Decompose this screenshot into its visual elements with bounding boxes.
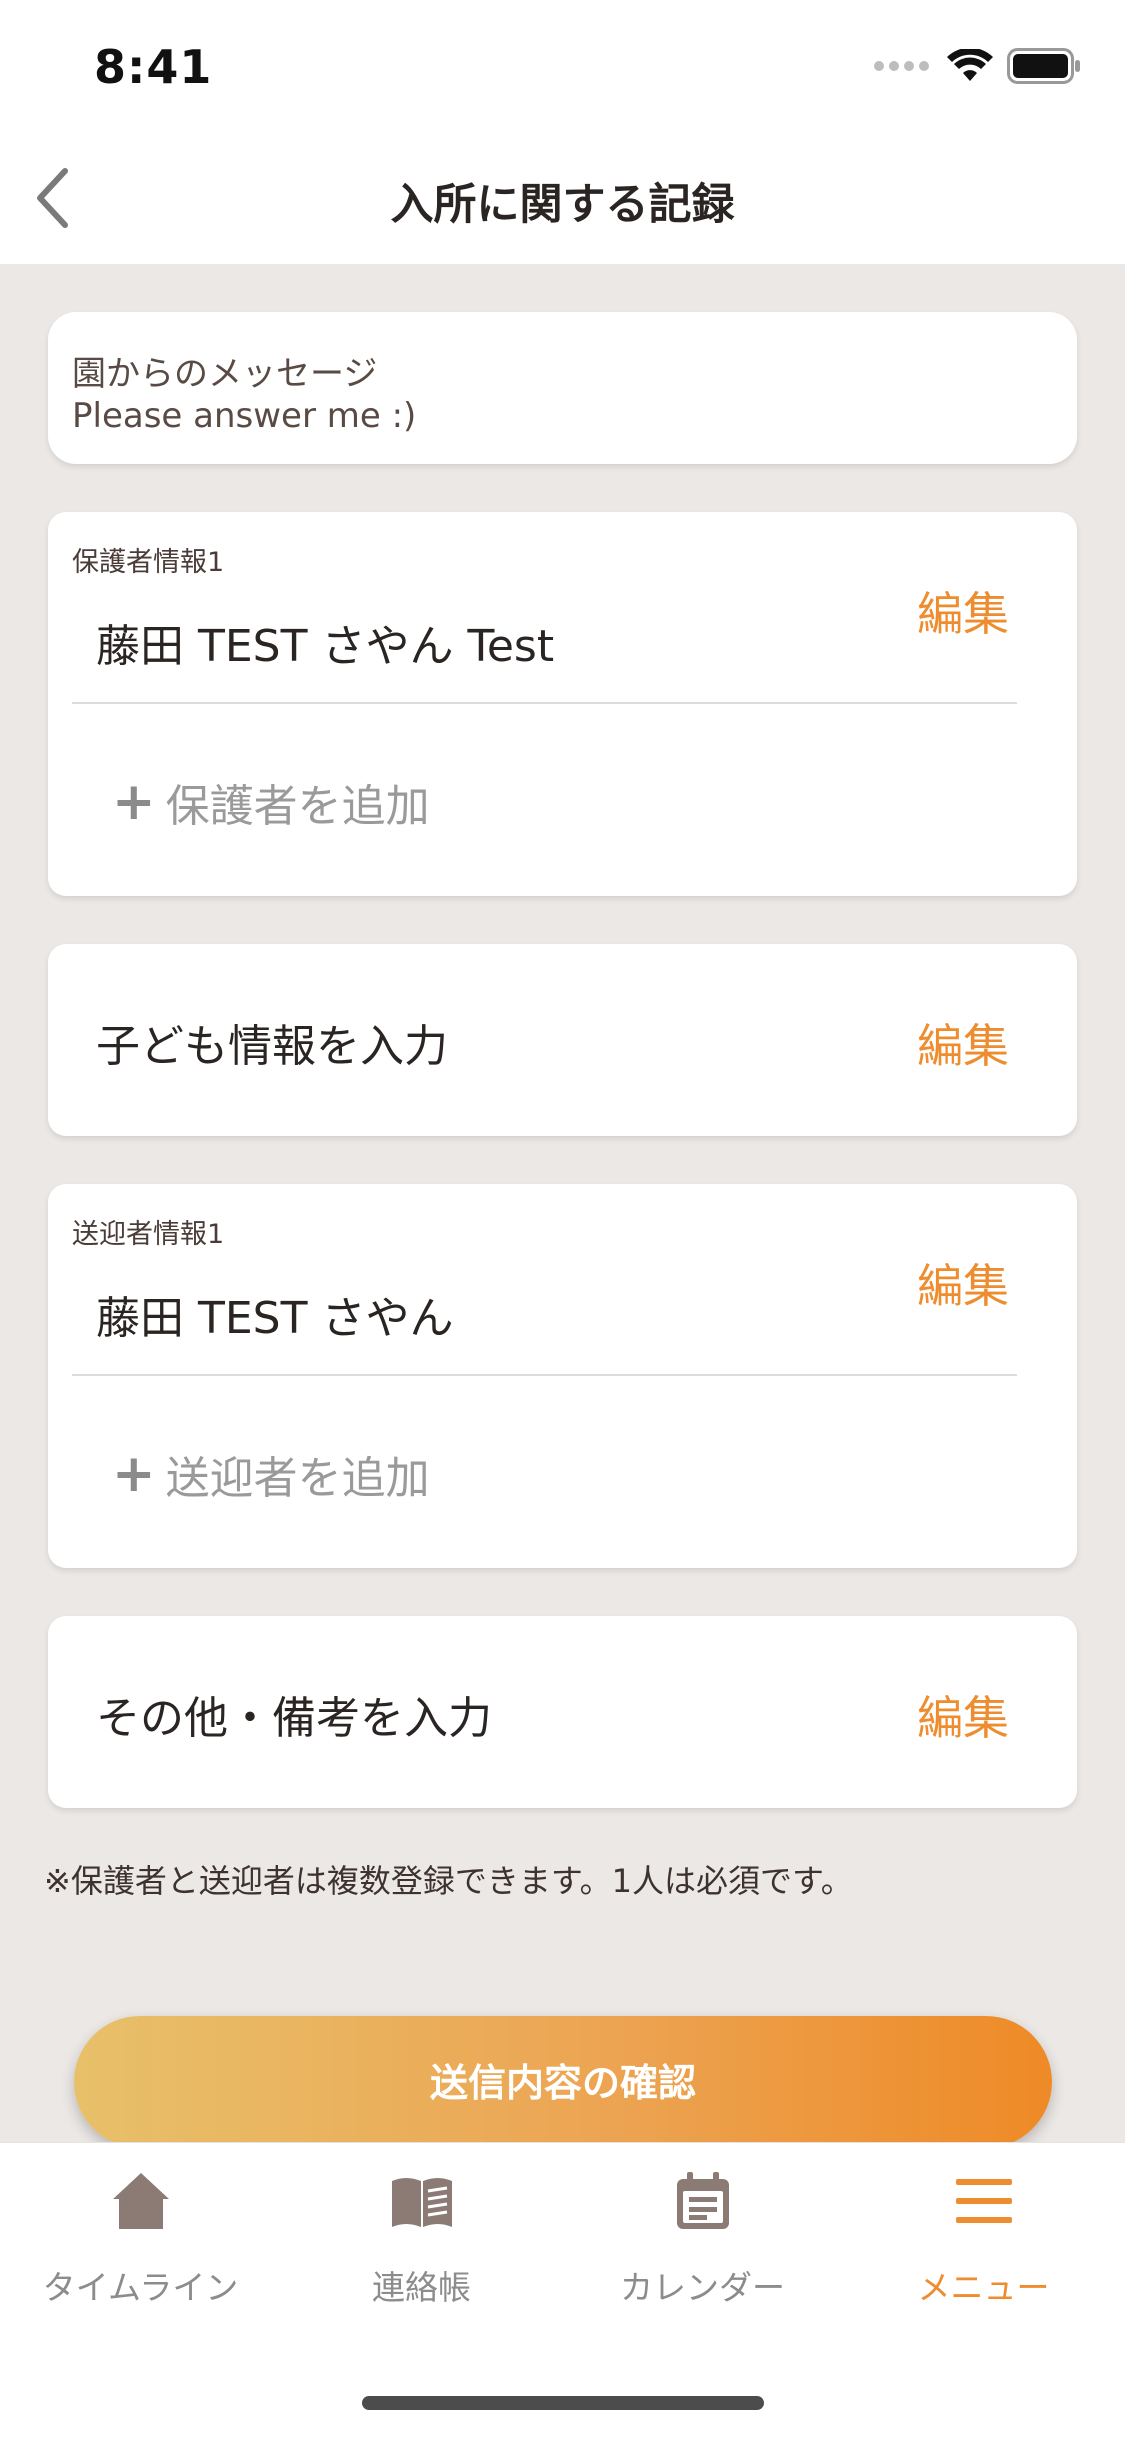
cellular-signal-icon [874,61,929,71]
pickup-card: 送迎者情報1 藤田 TEST さやん 編集 + 送迎者を追加 [48,1184,1077,1568]
child-info-title: 子ども情報を入力 [96,1021,448,1072]
tab-label: 連絡帳 [372,2268,471,2307]
tab-timeline[interactable]: タイムライン [0,2169,281,2307]
home-icon [112,2173,169,2229]
message-text: Please answer me :) [72,396,417,436]
guardian-name: 藤田 TEST さやん Test [96,621,555,672]
child-card[interactable]: 子ども情報を入力 編集 [48,944,1077,1136]
guardian-card: 保護者情報1 藤田 TEST さやん Test 編集 + 保護者を追加 [48,512,1077,896]
message-card: 園からのメッセージ Please answer me :) [48,312,1077,464]
add-guardian-label: 保護者を追加 [165,781,430,832]
add-pickup-label: 送迎者を追加 [165,1453,430,1504]
guardian-section-label: 保護者情報1 [72,547,225,578]
nav-header: 入所に関する記録 [0,132,1125,264]
status-icons [874,46,1081,86]
book-icon [391,2178,452,2227]
tab-label: タイムライン [42,2268,239,2307]
wifi-icon [947,49,993,81]
tab-notebook[interactable]: 連絡帳 [281,2169,562,2307]
confirm-button[interactable]: 送信内容の確認 [74,2016,1052,2148]
status-time: 8:41 [94,40,213,94]
status-bar: 8:41 [0,0,1125,132]
pickup-edit-button[interactable]: 編集 [917,1250,1009,1316]
tab-menu[interactable]: メニュー [843,2169,1124,2307]
tab-bar: タイムライン 連絡帳 カレンダー メニュー [0,2142,1125,2437]
home-indicator [362,2396,764,2410]
add-pickup-button[interactable]: + 送迎者を追加 [112,1442,430,1506]
plus-icon: + [112,1444,156,1504]
registration-note: ※保護者と送迎者は複数登録できます。1人は必須です。 [44,1862,853,1900]
tab-label: メニュー [917,2268,1050,2307]
divider [72,1374,1017,1376]
pickup-section-label: 送迎者情報1 [72,1219,225,1250]
tab-calendar[interactable]: カレンダー [562,2169,843,2307]
child-edit-button[interactable]: 編集 [917,1010,1009,1076]
tab-label: カレンダー [620,2268,785,2307]
confirm-button-label: 送信内容の確認 [429,2060,696,2105]
add-guardian-button[interactable]: + 保護者を追加 [112,770,430,834]
battery-icon [1007,48,1080,84]
other-info-title: その他・備考を入力 [96,1693,492,1744]
calendar-icon [676,2172,729,2229]
divider [72,702,1017,704]
other-card[interactable]: その他・備考を入力 編集 [48,1616,1077,1808]
plus-icon: + [112,772,156,832]
guardian-edit-button[interactable]: 編集 [917,578,1009,644]
pickup-name: 藤田 TEST さやん [96,1293,454,1344]
message-label: 園からのメッセージ [72,354,378,394]
other-edit-button[interactable]: 編集 [917,1682,1009,1748]
menu-icon [955,2179,1012,2223]
page-title: 入所に関する記録 [390,180,735,230]
